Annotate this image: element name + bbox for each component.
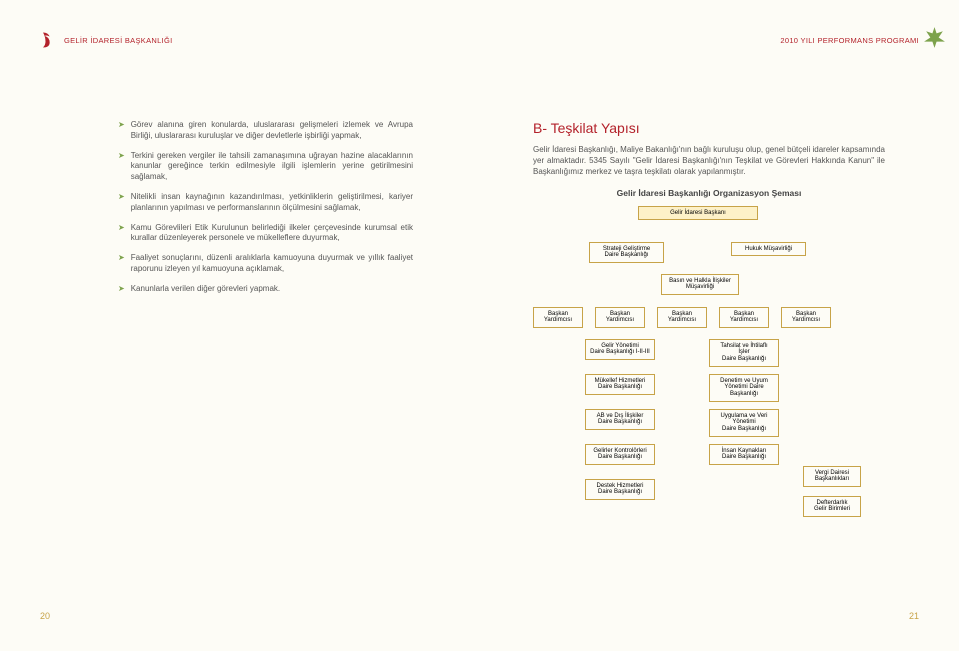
bullet-arrow-icon: ➤ <box>118 284 125 295</box>
bullet-arrow-icon: ➤ <box>118 151 125 183</box>
org-yardimci: Başkan Yardımcısı <box>533 307 583 329</box>
org-dept: Gelir Yönetimi Daire Başkanlığı I-II-III <box>585 339 655 361</box>
org-side: Vergi Dairesi Başkanlıkları <box>803 466 861 488</box>
bullet-arrow-icon: ➤ <box>118 120 125 142</box>
org-dept: Denetim ve Uyum Yönetimi Daire Başkanlığ… <box>709 374 779 403</box>
org-side: Defterdarlık Gelir Birimleri <box>803 496 861 518</box>
org-dept: AB ve Dış İlişkiler Daire Başkanlığı <box>585 409 655 431</box>
bullet-item: ➤ Görev alanına giren konularda, uluslara… <box>118 120 413 142</box>
bullet-arrow-icon: ➤ <box>118 253 125 275</box>
page-number-left: 20 <box>40 611 50 621</box>
bullet-arrow-icon: ➤ <box>118 223 125 245</box>
org-yardimci: Başkan Yardımcısı <box>657 307 707 329</box>
org-dept: Destek Hizmetleri Daire Başkanlığı <box>585 479 655 501</box>
bullet-item: ➤Terkini gereken vergiler ile tahsili za… <box>118 151 413 183</box>
program-label: 2010 YILI PERFORMANS PROGRAMI <box>780 36 919 45</box>
section-body: Gelir İdaresi Başkanlığı, Maliye Bakanlı… <box>533 144 885 178</box>
brand-text: GELİR İDARESİ BAŞKANLIĞI <box>64 36 172 45</box>
org-yardimci: Başkan Yardımcısı <box>719 307 769 329</box>
page-header: GELİR İDARESİ BAŞKANLIĞI 2010 YILI PERFO… <box>38 30 919 50</box>
bullet-text: Kamu Görevlileri Etik Kurulunun belirled… <box>131 223 413 245</box>
page-number-right: 21 <box>909 611 919 621</box>
org-dept: Gelirler Kontrolörleri Daire Başkanlığı <box>585 444 655 466</box>
bullet-arrow-icon: ➤ <box>118 192 125 214</box>
org-yardimci: Başkan Yardımcısı <box>781 307 831 329</box>
org-dept: Mükellef Hizmetleri Daire Başkanlığı <box>585 374 655 396</box>
bullet-text: Nitelikli insan kaynağının kazandırılmas… <box>131 192 413 214</box>
org-staff-center: Basın ve Halkla İlişkiler Müşavirliği <box>661 274 739 296</box>
brand: GELİR İDARESİ BAŞKANLIĞI <box>38 30 172 50</box>
leaf-decor-icon <box>922 25 947 50</box>
content: ➤ Görev alanına giren konularda, uluslara… <box>118 120 885 526</box>
org-dept: Uygulama ve Veri Yönetimi Daire Başkanlı… <box>709 409 779 438</box>
brand-logo-icon <box>38 30 58 50</box>
bullet-item: ➤ Kanunlarla verilen diğer görevleri yapm… <box>118 284 413 295</box>
org-staff-left: Strateji Geliştirme Daire Başkanlığı <box>589 242 664 264</box>
org-yardimci: Başkan Yardımcısı <box>595 307 645 329</box>
bullet-text: Görev alanına giren konularda, uluslarar… <box>131 120 413 142</box>
org-root: Gelir İdaresi Başkanı <box>638 206 758 221</box>
bullet-text: Faaliyet sonuçlarını, düzenli aralıklarl… <box>131 253 413 275</box>
right-column: B- Teşkilat Yapısı Gelir İdaresi Başkanl… <box>533 120 885 526</box>
org-dept: Tahsilat ve İhtilaflı İşler Daire Başkan… <box>709 339 779 368</box>
org-dept: İnsan Kaynakları Daire Başkanlığı <box>709 444 779 466</box>
org-staff-right: Hukuk Müşavirliği <box>731 242 806 257</box>
bullet-item: ➤ Faaliyet sonuçlarını, düzenli aralıklar… <box>118 253 413 275</box>
bullet-text: Kanunlarla verilen diğer görevleri yapma… <box>131 284 280 295</box>
org-chart-title: Gelir İdaresi Başkanlığı Organizasyon Şe… <box>533 188 885 198</box>
bullet-text: Terkini gereken vergiler ile tahsili zam… <box>131 151 413 183</box>
left-column: ➤ Görev alanına giren konularda, uluslara… <box>118 120 413 526</box>
org-chart: Gelir İdaresi Başkanı Strateji Geliştirm… <box>533 206 885 526</box>
section-heading: B- Teşkilat Yapısı <box>533 120 885 136</box>
bullet-item: ➤ Nitelikli insan kaynağının kazandırılma… <box>118 192 413 214</box>
bullet-item: ➤ Kamu Görevlileri Etik Kurulunun belirle… <box>118 223 413 245</box>
